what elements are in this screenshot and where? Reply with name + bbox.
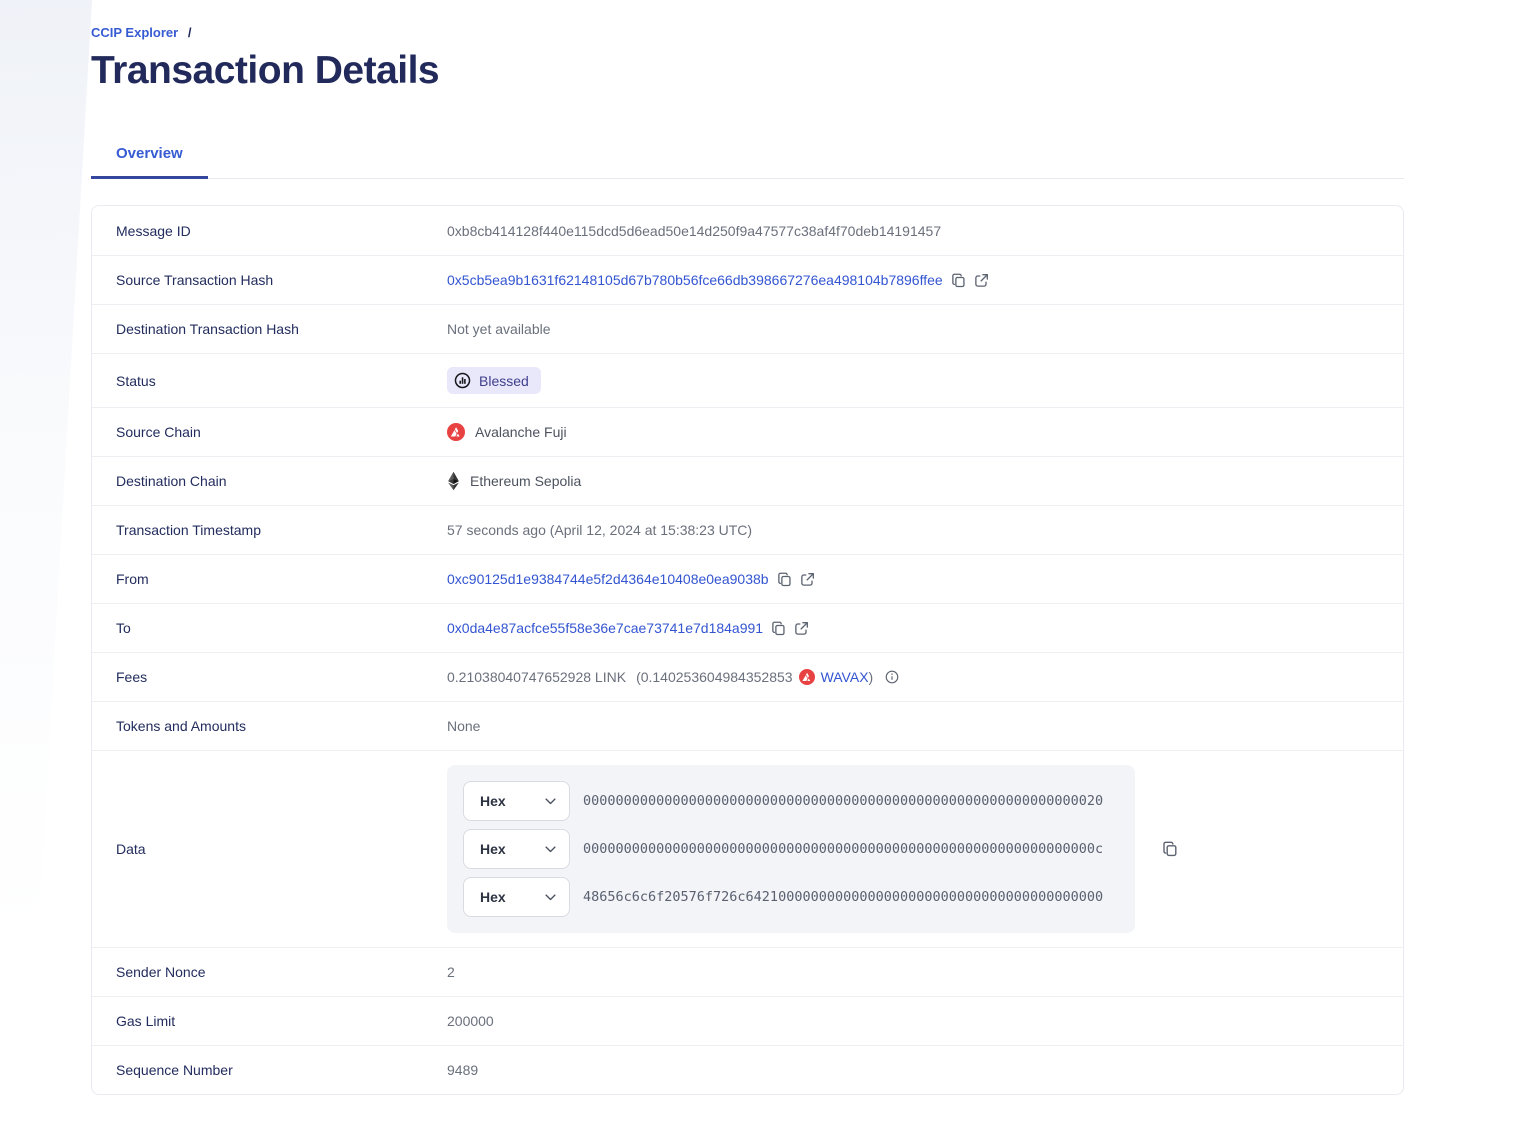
row-label: Destination Chain: [116, 473, 447, 489]
fees-native-amount: (0.140253604984352853: [636, 669, 793, 685]
status-badge-label: Blessed: [479, 373, 529, 389]
gas-limit-value: 200000: [447, 1013, 494, 1029]
status-badge: Blessed: [447, 367, 541, 394]
timestamp-value: 57 seconds ago (April 12, 2024 at 15:38:…: [447, 522, 752, 538]
table-row-fees: Fees 0.21038040747652928 LINK (0.1402536…: [92, 652, 1403, 701]
table-row-sequence-number: Sequence Number 9489: [92, 1045, 1403, 1094]
table-row-message-id: Message ID 0xb8cb414128f440e115dcd5d6ead…: [92, 206, 1403, 255]
sequence-number-value: 9489: [447, 1062, 478, 1078]
row-label: Sender Nonce: [116, 964, 447, 980]
row-label: To: [116, 620, 447, 636]
source-chain-name: Avalanche Fuji: [475, 424, 567, 440]
data-hex-line: Hex 000000000000000000000000000000000000…: [463, 781, 1119, 821]
data-hex-value: 0000000000000000000000000000000000000000…: [583, 841, 1103, 857]
external-link-icon[interactable]: [794, 621, 809, 636]
copy-icon[interactable]: [1162, 841, 1178, 857]
copy-icon[interactable]: [771, 621, 786, 636]
row-label: Tokens and Amounts: [116, 718, 447, 734]
data-hex-value: 48656c6c6f20576f726c64210000000000000000…: [583, 889, 1103, 905]
background-decoration: [0, 0, 92, 990]
data-hex-value: 0000000000000000000000000000000000000000…: [583, 793, 1103, 809]
hex-format-select[interactable]: Hex: [463, 781, 570, 821]
breadcrumb: CCIP Explorer /: [91, 0, 1404, 40]
table-row-source-tx-hash: Source Transaction Hash 0x5cb5ea9b1631f6…: [92, 255, 1403, 304]
data-hex-box: Hex 000000000000000000000000000000000000…: [447, 765, 1135, 933]
chevron-down-icon: [545, 894, 556, 901]
data-hex-line: Hex 000000000000000000000000000000000000…: [463, 829, 1119, 869]
table-row-tokens: Tokens and Amounts None: [92, 701, 1403, 750]
sender-nonce-value: 2: [447, 964, 455, 980]
table-row-timestamp: Transaction Timestamp 57 seconds ago (Ap…: [92, 505, 1403, 554]
page-content: CCIP Explorer / Transaction Details Over…: [91, 0, 1404, 1095]
copy-icon[interactable]: [951, 273, 966, 288]
transaction-details-card: Message ID 0xb8cb414128f440e115dcd5d6ead…: [91, 205, 1404, 1095]
table-row-dest-chain: Destination Chain Ethereum Sepolia: [92, 456, 1403, 505]
page-title: Transaction Details: [91, 49, 1404, 93]
hex-format-select[interactable]: Hex: [463, 877, 570, 917]
external-link-icon[interactable]: [974, 273, 989, 288]
tab-bar: Overview: [91, 135, 1404, 179]
breadcrumb-link-ccip-explorer[interactable]: CCIP Explorer: [91, 25, 178, 40]
table-row-from: From 0xc90125d1e9384744e5f2d4364e10408e0…: [92, 554, 1403, 603]
data-hex-line: Hex 48656c6c6f20576f726c6421000000000000…: [463, 877, 1119, 917]
table-row-dest-tx-hash: Destination Transaction Hash Not yet ava…: [92, 304, 1403, 353]
row-label: Source Transaction Hash: [116, 272, 447, 288]
row-label: Fees: [116, 669, 447, 685]
message-id-value: 0xb8cb414128f440e115dcd5d6ead50e14d250f9…: [447, 223, 941, 239]
dest-tx-hash-value: Not yet available: [447, 321, 551, 337]
info-icon[interactable]: [885, 670, 899, 684]
blessed-status-icon: [454, 372, 471, 389]
row-label: Sequence Number: [116, 1062, 447, 1078]
source-tx-hash-link[interactable]: 0x5cb5ea9b1631f62148105d67b780b56fce66db…: [447, 272, 943, 288]
fees-link-amount: 0.21038040747652928 LINK: [447, 669, 626, 685]
hex-select-label: Hex: [480, 841, 506, 857]
avalanche-fuji-icon: [447, 423, 465, 441]
row-label: Destination Transaction Hash: [116, 321, 447, 337]
from-address-link[interactable]: 0xc90125d1e9384744e5f2d4364e10408e0ea903…: [447, 571, 769, 587]
table-row-status: Status Blessed: [92, 353, 1403, 407]
row-label: Status: [116, 373, 447, 389]
tokens-value: None: [447, 718, 480, 734]
chevron-down-icon: [545, 846, 556, 853]
chevron-down-icon: [545, 798, 556, 805]
tab-overview[interactable]: Overview: [91, 135, 208, 179]
hex-format-select[interactable]: Hex: [463, 829, 570, 869]
dest-chain-name: Ethereum Sepolia: [470, 473, 581, 489]
row-label: Gas Limit: [116, 1013, 447, 1029]
wavax-token-link[interactable]: WAVAX: [821, 669, 869, 685]
wavax-token-icon: [799, 669, 815, 685]
table-row-sender-nonce: Sender Nonce 2: [92, 947, 1403, 996]
row-label: Data: [116, 841, 447, 857]
external-link-icon[interactable]: [800, 572, 815, 587]
table-row-data: Data Hex 0000000000000000000000000000000…: [92, 750, 1403, 947]
row-label: Transaction Timestamp: [116, 522, 447, 538]
hex-select-label: Hex: [480, 793, 506, 809]
table-row-gas-limit: Gas Limit 200000: [92, 996, 1403, 1045]
hex-select-label: Hex: [480, 889, 506, 905]
row-label: Message ID: [116, 223, 447, 239]
fees-close-paren: ): [869, 669, 874, 685]
breadcrumb-separator: /: [188, 25, 192, 40]
ethereum-sepolia-icon: [447, 471, 460, 491]
table-row-to: To 0x0da4e87acfce55f58e36e7cae73741e7d18…: [92, 603, 1403, 652]
row-label: Source Chain: [116, 424, 447, 440]
table-row-source-chain: Source Chain Avalanche Fuji: [92, 407, 1403, 456]
row-label: From: [116, 571, 447, 587]
to-address-link[interactable]: 0x0da4e87acfce55f58e36e7cae73741e7d184a9…: [447, 620, 763, 636]
copy-icon[interactable]: [777, 572, 792, 587]
